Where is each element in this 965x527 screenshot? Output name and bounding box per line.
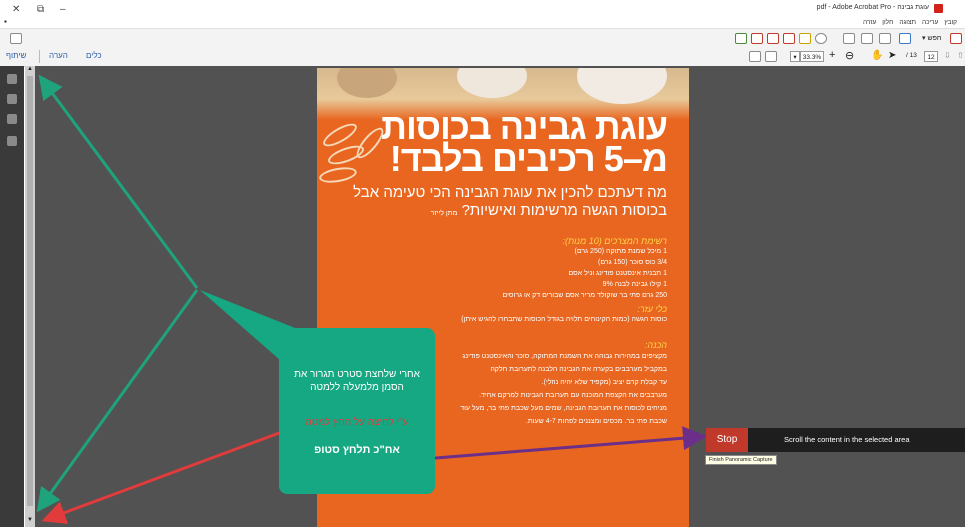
callout-note: ע"י לחיצה על החץ למטה <box>305 417 409 428</box>
stop-tooltip: Finish Panoramic Capture <box>705 455 777 465</box>
instruction-callout: אחרי שלחצת סטרט תגרור את הסמן מלמעלה ללמ… <box>279 328 435 494</box>
stop-button[interactable]: Stop <box>706 428 748 452</box>
capture-instruction-bar: Scroll the content in the selected area <box>748 428 965 452</box>
callout-final: אח"כ תלחץ סטופ <box>314 444 400 456</box>
green-arrow-up <box>38 74 199 289</box>
callout-instruction: אחרי שלחצת סטרט תגרור את הסמן מלמעלה ללמ… <box>294 369 420 393</box>
